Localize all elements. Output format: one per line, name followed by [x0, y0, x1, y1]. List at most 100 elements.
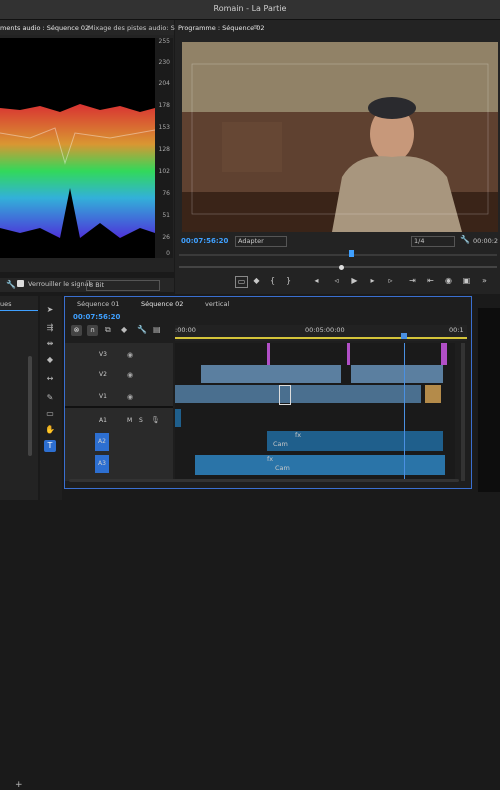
- nest-icon[interactable]: ⊗: [71, 325, 82, 336]
- rectangle-tool-icon[interactable]: ▭: [44, 408, 56, 420]
- clip[interactable]: [267, 343, 270, 365]
- forward-icon[interactable]: ▹: [385, 276, 396, 286]
- wrench-icon[interactable]: 🔧: [137, 325, 147, 334]
- step-back-icon[interactable]: ◂: [311, 276, 322, 286]
- program-scrubber[interactable]: [179, 254, 497, 256]
- step-forward-icon[interactable]: ▸: [367, 276, 378, 286]
- timeline-timecode[interactable]: 00:07:56:20: [73, 313, 120, 321]
- track-name-a1: A1: [99, 417, 107, 424]
- clip[interactable]: [425, 385, 441, 403]
- clip[interactable]: [347, 343, 350, 365]
- clip-label: Cam: [273, 440, 288, 448]
- sequence-tab[interactable]: Séquence 01: [77, 300, 119, 308]
- bit-depth-select[interactable]: 8 Bit: [86, 280, 160, 291]
- mute-button[interactable]: M: [127, 417, 132, 424]
- lock-signal-label: Verrouiller le signal: [28, 280, 91, 288]
- timeline-tools: ⊗ ∩ ⧉ ◆ 🔧 ▤: [71, 325, 171, 336]
- overwrite-icon[interactable]: ⇤: [425, 276, 436, 286]
- type-tool-icon[interactable]: T: [44, 440, 56, 452]
- fit-select[interactable]: Adapter: [235, 236, 287, 247]
- snap-icon[interactable]: ∩: [87, 325, 98, 336]
- wrench-icon[interactable]: 🔧: [460, 235, 470, 244]
- vertical-scrollbar[interactable]: [461, 343, 465, 481]
- captions-icon[interactable]: ▤: [153, 325, 161, 334]
- program-monitor-tab[interactable]: Programme : Séquence 02: [178, 24, 264, 32]
- work-area-bar[interactable]: [175, 337, 467, 339]
- new-item-icon[interactable]: +: [15, 780, 23, 790]
- clip[interactable]: [351, 365, 443, 383]
- razor-tool-icon[interactable]: ◆: [44, 354, 56, 366]
- clip[interactable]: fx Cam: [195, 455, 445, 475]
- playhead-line[interactable]: [404, 343, 405, 481]
- sequence-tab[interactable]: vertical: [205, 300, 229, 308]
- scope-waveform: [0, 104, 155, 238]
- scrollbar[interactable]: [28, 356, 32, 456]
- timeline-panel: Séquence 01 Séquence 02 vertical 00:07:5…: [64, 296, 472, 489]
- scale-tick: 128: [158, 146, 170, 153]
- tab-audio-clip[interactable]: ments audio : Séquence 02: [0, 24, 89, 32]
- time-ruler[interactable]: :00:00 00:05:00:00 00:1: [175, 325, 467, 341]
- selected-clip[interactable]: [279, 385, 291, 405]
- scope-scale: 255 230 204 178 153 128 102 76 51 26 0: [155, 38, 173, 258]
- ruler-label: 00:05:00:00: [305, 326, 345, 334]
- marker-icon[interactable]: ▭: [235, 276, 248, 288]
- tools-panel: ➤ ⇶ ⇹ ◆ ↔ ✎ ▭ ✋ T: [40, 296, 62, 500]
- selection-tool-icon[interactable]: ➤: [44, 304, 56, 316]
- wrench-icon[interactable]: 🔧: [6, 280, 16, 289]
- clip-fx: fx: [267, 455, 274, 463]
- panel-menu-icon[interactable]: ≡: [253, 23, 259, 31]
- program-controls: 00:07:56:20 Adapter 1/4 🔧 00:00:2 ▭ ◆ { …: [175, 234, 500, 294]
- scopes-tab-bar: ments audio : Séquence 02 Mixage des pis…: [0, 20, 179, 35]
- ruler-label: :00:00: [175, 326, 196, 334]
- clip[interactable]: fx Cam: [267, 431, 443, 451]
- lock-signal-checkbox[interactable]: [17, 280, 24, 287]
- export-frame-icon[interactable]: ◉: [443, 276, 454, 286]
- zoom-bar[interactable]: [179, 266, 497, 268]
- marker-icon[interactable]: ◆: [121, 325, 127, 334]
- slip-tool-icon[interactable]: ↔: [44, 373, 56, 385]
- insert-icon[interactable]: ⇥: [407, 276, 418, 286]
- tab-audio-mixer[interactable]: Mixage des pistes audio: Sé: [88, 24, 179, 32]
- zoom-handle[interactable]: [339, 265, 344, 270]
- linked-icon[interactable]: ⧉: [105, 325, 111, 335]
- ruler-label: 00:1: [449, 326, 464, 334]
- go-out-icon[interactable]: }: [283, 276, 294, 286]
- resolution-select[interactable]: 1/4: [411, 236, 455, 247]
- more-icon[interactable]: »: [479, 276, 490, 286]
- clip[interactable]: [441, 343, 447, 365]
- eye-icon[interactable]: ◉: [127, 351, 133, 359]
- scale-tick: 51: [162, 212, 170, 219]
- eye-icon[interactable]: ◉: [127, 393, 133, 401]
- video-still: [182, 42, 498, 232]
- transport-controls: ▭ ◆ { } ◂ ◃ ▶ ▸ ▹ ⇥ ⇤ ◉ ▣ »: [235, 276, 495, 288]
- eye-icon[interactable]: ◉: [127, 371, 133, 379]
- project-panel: ues +: [0, 296, 38, 790]
- clip[interactable]: [201, 365, 341, 383]
- project-tab[interactable]: ues: [0, 300, 12, 308]
- solo-button[interactable]: S: [139, 417, 143, 424]
- program-playhead[interactable]: [349, 250, 354, 257]
- track-name-a2[interactable]: A2: [95, 433, 109, 451]
- clip[interactable]: [175, 409, 181, 427]
- add-marker-icon[interactable]: ◆: [251, 276, 262, 286]
- tracks-area[interactable]: fx Cam fx Cam: [175, 343, 455, 481]
- tab-underline: [0, 310, 38, 311]
- clip[interactable]: [175, 385, 421, 403]
- playhead-handle[interactable]: [401, 333, 407, 339]
- compare-icon[interactable]: ▣: [461, 276, 472, 286]
- pen-tool-icon[interactable]: ✎: [44, 392, 56, 404]
- track-select-icon[interactable]: ⇶: [44, 322, 56, 334]
- go-in-icon[interactable]: {: [267, 276, 278, 286]
- scale-tick: 102: [158, 168, 170, 175]
- ripple-edit-icon[interactable]: ⇹: [44, 338, 56, 350]
- horizontal-scrollbar[interactable]: [69, 479, 459, 482]
- hand-tool-icon[interactable]: ✋: [44, 424, 56, 436]
- track-name-v1: V1: [99, 393, 107, 400]
- rewind-icon[interactable]: ◃: [331, 276, 342, 286]
- mic-icon[interactable]: 🎙: [151, 416, 160, 424]
- track-name-a3[interactable]: A3: [95, 455, 109, 473]
- program-duration: 00:00:2: [473, 237, 499, 245]
- program-timecode[interactable]: 00:07:56:20: [181, 237, 228, 245]
- sequence-tab[interactable]: Séquence 02: [141, 300, 183, 308]
- play-icon[interactable]: ▶: [349, 276, 360, 286]
